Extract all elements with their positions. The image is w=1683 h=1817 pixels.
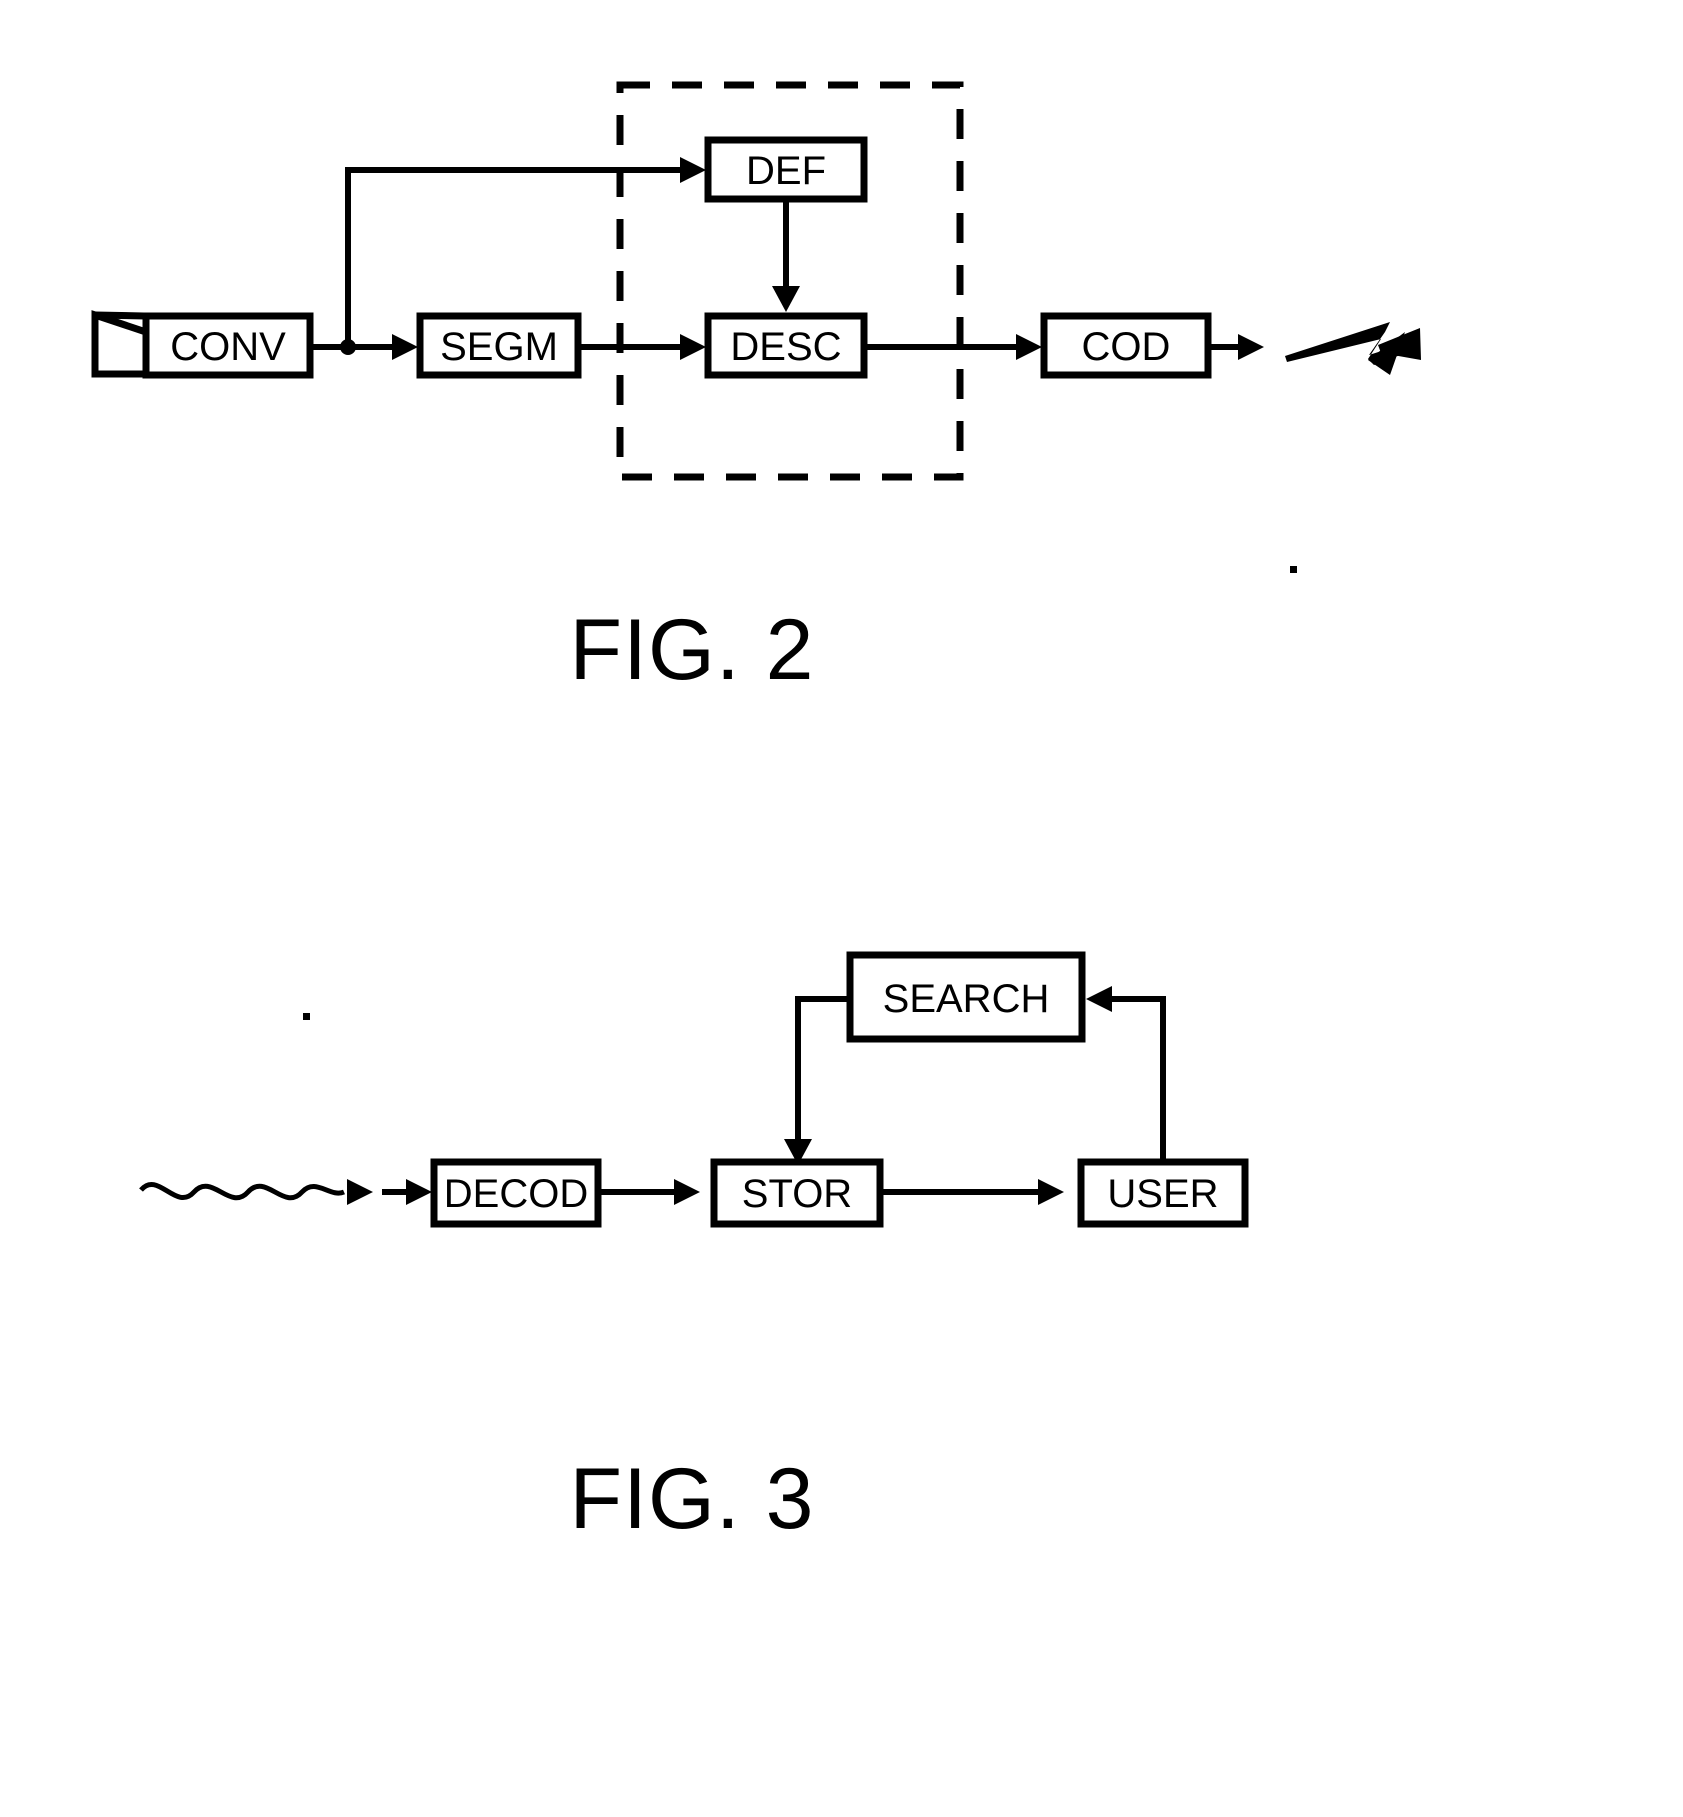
- box-search-label: SEARCH: [883, 977, 1050, 1021]
- box-def: DEF: [704, 136, 868, 203]
- box-user-label: USER: [1107, 1172, 1218, 1216]
- arrowhead-user-search: [1086, 986, 1112, 1012]
- figure-2-group: CONV DEF SEGM DESC COD FIG. 2: [91, 81, 1421, 698]
- arrowhead-wave: [347, 1179, 373, 1205]
- conn-search-stor: [795, 996, 850, 1140]
- registration-dot-2: [303, 1013, 310, 1020]
- figure-canvas: CONV DEF SEGM DESC COD FIG. 2 SEARCH DEC…: [91, 81, 1421, 1547]
- arrowhead-stor-user: [1038, 1179, 1064, 1205]
- arrowhead-to-segm: [392, 334, 418, 360]
- arrowhead-to-def: [680, 157, 706, 183]
- box-conv: CONV: [142, 312, 314, 379]
- box-search: SEARCH: [846, 951, 1086, 1043]
- arrowhead-segm-desc: [680, 334, 706, 360]
- box-stor: STOR: [710, 1158, 884, 1228]
- box-decod: DECOD: [430, 1158, 602, 1228]
- figure-2-caption: FIG. 2: [570, 602, 815, 698]
- box-decod-label: DECOD: [444, 1172, 588, 1216]
- arrowhead-cod-transmit: [1238, 334, 1264, 360]
- box-segm-label: SEGM: [440, 325, 558, 369]
- wavy-signal-icon: [139, 1181, 345, 1201]
- registration-dot: [1290, 566, 1297, 573]
- arrowhead-def-desc: [772, 286, 800, 312]
- arrowhead-decod-stor: [674, 1179, 700, 1205]
- box-desc: DESC: [704, 312, 868, 379]
- arrowhead-to-decod: [406, 1179, 432, 1205]
- box-def-label: DEF: [746, 149, 826, 193]
- box-conv-label: CONV: [170, 325, 286, 369]
- figure-3-group: SEARCH DECOD STOR USER FIG. 3: [139, 951, 1249, 1547]
- patent-figure-sheet: CONV DEF SEGM DESC COD FIG. 2 SEARCH DEC…: [0, 0, 1683, 1817]
- lightning-bolt-arrow-icon: [1285, 322, 1421, 375]
- box-cod: COD: [1040, 312, 1212, 379]
- box-desc-label: DESC: [730, 325, 841, 369]
- figure-3-caption: FIG. 3: [570, 1451, 815, 1547]
- box-segm: SEGM: [416, 312, 582, 379]
- box-stor-label: STOR: [742, 1172, 852, 1216]
- box-user: USER: [1077, 1158, 1249, 1228]
- arrowhead-desc-cod: [1016, 334, 1042, 360]
- box-cod-label: COD: [1082, 325, 1171, 369]
